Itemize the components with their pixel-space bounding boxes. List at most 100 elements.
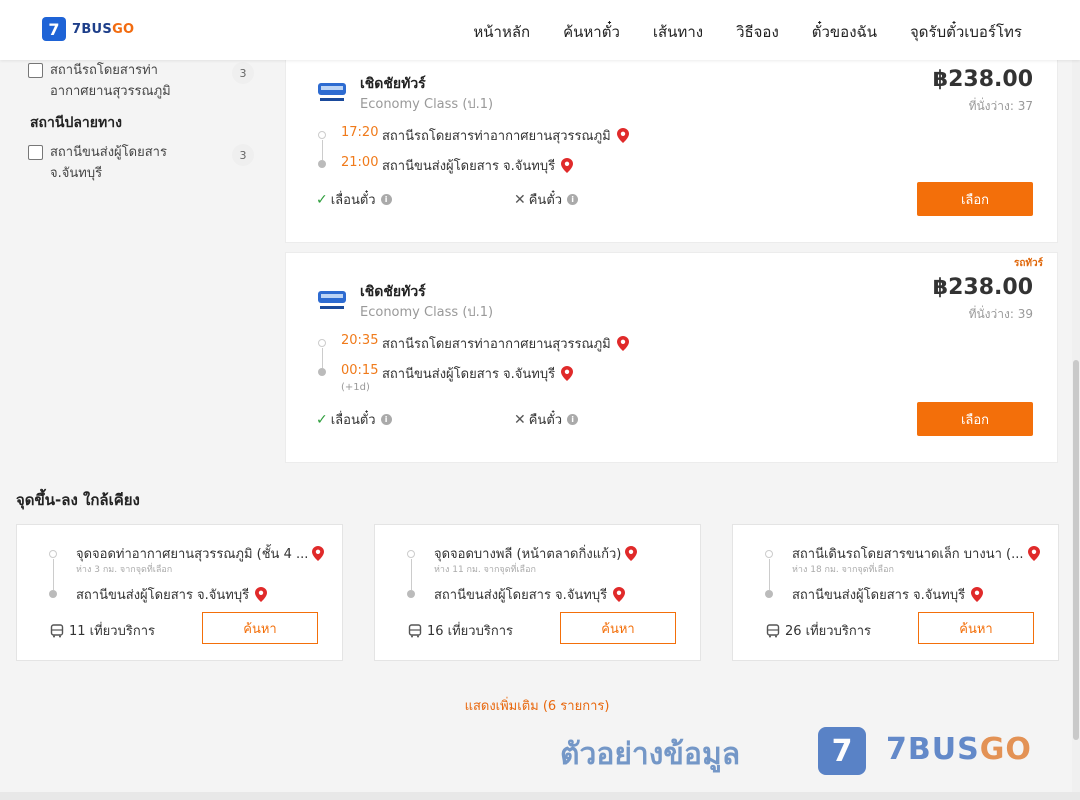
operator-name: เชิดชัยทัวร์ <box>360 284 426 300</box>
nearby-search-button[interactable]: ค้นหา <box>918 612 1034 644</box>
nearby-route-card: จุดจอดบางพลี (หน้าตลาดกิ่งแก้ว) ห่าง 11 … <box>374 524 701 661</box>
watermark-text: ตัวอย่างข้อมูล <box>560 737 741 772</box>
filter-checkbox[interactable] <box>28 145 43 160</box>
nearby-trip-count: 16 เที่ยวบริการ <box>408 620 513 641</box>
nav-my-tickets[interactable]: ตั๋วของฉัน <box>812 20 877 44</box>
scrollbar-thumb[interactable] <box>1073 360 1079 740</box>
logo-mark: 7 <box>42 17 66 41</box>
timeline-start-dot <box>407 550 415 558</box>
map-pin-icon[interactable] <box>616 128 629 143</box>
page-footer-edge <box>0 792 1080 800</box>
map-pin-icon[interactable] <box>971 587 984 602</box>
timeline-end-dot <box>318 368 326 376</box>
seat-class: Economy Class (ป.1) <box>360 97 494 112</box>
depart-station: สถานีรถโดยสารท่าอากาศยานสุวรรณภูมิ <box>382 333 629 354</box>
timeline-start-dot <box>318 131 326 139</box>
operator-name: เชิดชัยทัวร์ <box>360 76 426 92</box>
timeline-end-dot <box>765 590 773 598</box>
watermark-logo: 7 <box>818 727 866 775</box>
cross-icon: ✕ <box>514 191 526 208</box>
nav-how-to-book[interactable]: วิธีจอง <box>736 20 779 44</box>
nav-home[interactable]: หน้าหลัก <box>473 20 530 44</box>
info-icon[interactable]: i <box>380 414 392 425</box>
cross-icon: ✕ <box>514 411 526 428</box>
map-pin-icon[interactable] <box>616 336 629 351</box>
trip-price: ฿238.00 <box>932 67 1033 92</box>
nearby-trip-count-label: 16 เที่ยวบริการ <box>427 624 513 639</box>
reschedule-label: เลื่อนตั๋ว <box>330 193 376 208</box>
refund-policy[interactable]: ✕ คืนตั๋ว i <box>514 189 579 210</box>
site-logo[interactable]: 7 7BUSGO <box>42 17 134 41</box>
filter-count-badge: 3 <box>232 62 254 84</box>
reschedule-policy[interactable]: ✓ เลื่อนตั๋ว i <box>316 409 392 430</box>
info-icon[interactable]: i <box>567 194 579 205</box>
nearby-trip-count-label: 11 เที่ยวบริการ <box>69 624 155 639</box>
nearby-to: สถานีขนส่งผู้โดยสาร จ.จันทบุรี <box>434 584 626 605</box>
main-nav: หน้าหลัก ค้นหาตั๋ว เส้นทาง วิธีจอง ตั๋วข… <box>473 20 1022 44</box>
nearby-to: สถานีขนส่งผู้โดยสาร จ.จันทบุรี <box>792 584 984 605</box>
map-pin-icon[interactable] <box>1027 546 1040 561</box>
page-scrollbar[interactable] <box>1072 60 1080 800</box>
nearby-search-button[interactable]: ค้นหา <box>202 612 318 644</box>
bus-icon <box>408 623 422 637</box>
arrive-time: 21:00 <box>341 155 379 170</box>
operator-logo-icon <box>318 83 346 101</box>
nearby-search-button[interactable]: ค้นหา <box>560 612 676 644</box>
arrive-station-name: สถานีขนส่งผู้โดยสาร จ.จันทบุรี <box>382 367 556 382</box>
trip-card: เชิดชัยทัวร์ Economy Class (ป.1) ฿238.00… <box>285 58 1058 243</box>
show-more-link[interactable]: แสดงเพิ่มเติม (6 รายการ) <box>0 695 1074 716</box>
timeline-end-dot <box>318 160 326 168</box>
logo-text-go: GO <box>112 21 135 37</box>
timeline-line <box>410 559 412 590</box>
nearby-to-name: สถานีขนส่งผู้โดยสาร จ.จันทบุรี <box>76 588 250 603</box>
nav-search-ticket[interactable]: ค้นหาตั๋ว <box>563 20 620 44</box>
map-pin-icon[interactable] <box>255 587 268 602</box>
seats-available: ที่นั่งว่าง: 39 <box>968 307 1033 321</box>
filter-sidebar: สถานีรถโดยสารท่าอากาศยานสุวรรณภูมิ 3 สถา… <box>28 60 258 194</box>
seats-available: ที่นั่งว่าง: 37 <box>968 99 1033 113</box>
nav-routes[interactable]: เส้นทาง <box>653 20 703 44</box>
reschedule-policy[interactable]: ✓ เลื่อนตั๋ว i <box>316 189 392 210</box>
arrive-time: 00:15 <box>341 363 379 378</box>
trip-card: รถทัวร์ เชิดชัยทัวร์ Economy Class (ป.1)… <box>285 252 1058 463</box>
timeline-start-dot <box>318 339 326 347</box>
timeline-line <box>321 348 323 368</box>
nearby-from-name: จุดจอดบางพลี (หน้าตลาดกิ่งแก้ว) <box>434 547 622 562</box>
filter-origin-station[interactable]: สถานีรถโดยสารท่าอากาศยานสุวรรณภูมิ 3 <box>28 60 258 102</box>
filter-destination-station[interactable]: สถานีขนส่งผู้โดยสาร จ.จันทบุรี 3 <box>28 142 258 184</box>
filter-label: สถานีขนส่งผู้โดยสาร จ.จันทบุรี <box>50 145 167 181</box>
watermark-brand: 7BUSGO <box>886 732 1032 767</box>
nearby-route-card: สถานีเดินรถโดยสารขนาดเล็ก บางนา (... ห่า… <box>732 524 1059 661</box>
timeline-line <box>321 140 323 160</box>
map-pin-icon[interactable] <box>561 366 574 381</box>
filter-label: สถานีรถโดยสารท่าอากาศยานสุวรรณภูมิ <box>50 63 171 99</box>
top-header: 7 7BUSGO หน้าหลัก ค้นหาตั๋ว เส้นทาง วิธี… <box>0 0 1080 60</box>
watermark-brand-go: GO <box>979 732 1032 767</box>
info-icon[interactable]: i <box>567 414 579 425</box>
bus-icon <box>766 623 780 637</box>
trip-price: ฿238.00 <box>932 275 1033 300</box>
nearby-stops-heading: จุดขึ้น-ลง ใกล้เคียง <box>16 491 140 509</box>
depart-time: 17:20 <box>341 125 379 140</box>
refund-policy[interactable]: ✕ คืนตั๋ว i <box>514 409 579 430</box>
timeline-line <box>52 559 54 590</box>
select-trip-button[interactable]: เลือก <box>917 402 1033 436</box>
map-pin-icon[interactable] <box>312 546 325 561</box>
map-pin-icon[interactable] <box>613 587 626 602</box>
check-icon: ✓ <box>316 191 328 208</box>
select-trip-button[interactable]: เลือก <box>917 182 1033 216</box>
timeline-start-dot <box>765 550 773 558</box>
arrive-station: สถานีขนส่งผู้โดยสาร จ.จันทบุรี <box>382 363 574 384</box>
nearby-from-name: สถานีเดินรถโดยสารขนาดเล็ก บางนา (... <box>792 547 1024 562</box>
map-pin-icon[interactable] <box>625 546 638 561</box>
destination-heading: สถานีปลายทาง <box>30 115 122 131</box>
filter-checkbox[interactable] <box>28 63 43 78</box>
arrive-station-name: สถานีขนส่งผู้โดยสาร จ.จันทบุรี <box>382 159 556 174</box>
watermark-brand-main: 7BUS <box>886 732 980 767</box>
nearby-from-name: จุดจอดท่าอากาศยานสุวรรณภูมิ (ชั้น 4 ... <box>76 547 309 562</box>
nav-pickup-points[interactable]: จุดรับตั๋วเบอร์โทร <box>910 20 1022 44</box>
timeline-line <box>768 559 770 590</box>
map-pin-icon[interactable] <box>561 158 574 173</box>
logo-text-main: 7BUS <box>72 21 113 37</box>
info-icon[interactable]: i <box>380 194 392 205</box>
